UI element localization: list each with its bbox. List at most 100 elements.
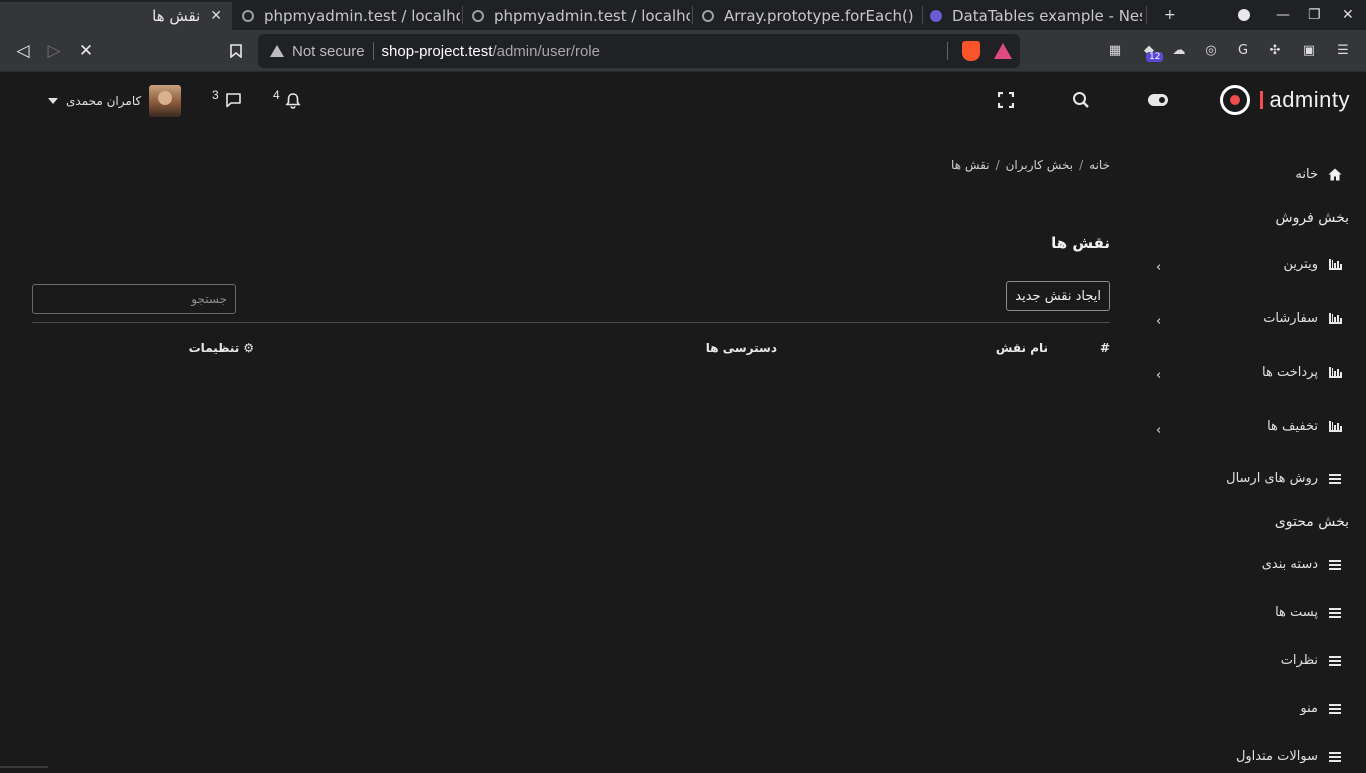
gears-icon: ⚙ [243,341,254,355]
breadcrumb-separator: / [1079,158,1084,172]
sidebar-item-showcase[interactable]: ویترین [1283,257,1342,272]
bars-icon [1328,654,1342,668]
table-header-divider [32,322,1110,323]
sidebar-item-label: پرداخت ها [1262,365,1318,380]
back-icon[interactable]: ◁ [12,40,34,62]
maximize-icon[interactable]: ❐ [1308,4,1321,26]
address-divider [947,42,948,60]
minimize-icon[interactable]: — [1276,4,1290,26]
mdn-icon [702,10,714,22]
glasses-extension-icon[interactable]: ◎ [1202,41,1220,59]
admin-page: adminty 4 3 کامران محمدی خانه بخش فروش و… [0,73,1366,768]
extension-badge: 12 [1146,52,1164,62]
tab-active[interactable]: نقش ها ✕ [0,2,232,30]
tab-separator [462,6,463,24]
sidebar-item-faq[interactable]: سوالات متداول [1236,749,1342,764]
globe-icon [472,10,484,22]
translate-extension-icon[interactable]: G [1234,41,1252,59]
sidebar-item-posts[interactable]: پست ها [1275,605,1342,620]
notifications-bell-icon[interactable] [282,89,304,111]
sidebar-item-label: پست ها [1275,605,1318,620]
create-role-button[interactable]: ایجاد نقش جدید [1006,281,1110,311]
breadcrumb-roles: نقش ها [951,158,990,172]
menu-icon[interactable]: ☰ [1334,41,1352,59]
search-icon[interactable] [1070,89,1092,111]
search-input[interactable] [32,284,236,314]
tab-datatables[interactable]: DataTables example - Neste [930,2,1142,30]
extensions-puzzle-icon[interactable]: ✣ [1266,41,1284,59]
address-bar[interactable]: Not secure shop-project.test /admin/user… [258,34,1020,68]
sidebar-item-home[interactable]: خانه [1295,167,1342,182]
sidebar-item-orders[interactable]: سفارشات [1263,311,1342,326]
tab-separator [692,6,693,24]
logo-accent [1260,91,1264,109]
chevron-right-icon[interactable]: › [1156,260,1161,275]
messages-icon[interactable] [222,89,244,111]
user-name: کامران محمدی [66,94,142,108]
forward-icon[interactable]: ▷ [43,40,65,62]
notifications-count: 4 [273,88,280,102]
tab-separator [922,6,923,24]
tab-title: DataTables example - Neste [952,7,1142,25]
sidebar-item-payments[interactable]: پرداخت ها [1262,365,1342,380]
sidebar-item-menu[interactable]: منو [1300,701,1342,716]
brave-shields-icon[interactable] [962,41,980,61]
user-menu[interactable]: کامران محمدی [48,85,182,117]
sidebar-item-label: روش های ارسال [1226,471,1318,486]
stop-loading-icon[interactable]: ✕ [75,40,97,62]
fullscreen-icon[interactable] [995,89,1017,111]
breadcrumb-separator: / [995,158,1000,172]
sidebar-section-content: بخش محتوی [1274,514,1349,530]
bookmark-icon[interactable] [225,40,247,62]
sidebar-item-comments[interactable]: نظرات [1281,653,1342,668]
sidebar: خانه بخش فروش ویترین › سفارشات › پرداخت … [1126,153,1366,773]
breadcrumb: خانه / بخش کاربران / نقش ها [951,158,1110,172]
sidebar-item-shipping-methods[interactable]: روش های ارسال [1226,471,1342,486]
cloud-extension-icon[interactable]: ☁ [1170,41,1188,59]
globe-icon [242,10,254,22]
sidebar-item-label: ویترین [1283,257,1318,272]
main-content: خانه / بخش کاربران / نقش ها نقش ها ایجاد… [32,129,1110,729]
chart-icon [1328,366,1342,380]
chevron-right-icon[interactable]: › [1156,314,1161,329]
brave-rewards-icon[interactable] [994,43,1012,59]
tab-phpmyadmin-2[interactable]: phpmyadmin.test / localhost [472,2,690,30]
chevron-right-icon[interactable]: › [1156,423,1161,438]
avatar [149,85,182,117]
logo[interactable]: adminty [1220,85,1350,115]
sidebar-item-categories[interactable]: دسته بندی [1262,557,1342,572]
address-divider [372,42,374,60]
browser-toolbar: ◁ ▷ ✕ Not secure shop-project.test /admi… [0,30,1366,72]
column-header-settings: ⚙ تنظیمات [189,341,254,355]
sidebar-item-discounts[interactable]: تخفیف ها [1267,419,1342,434]
tab-title: نقش ها [152,7,201,25]
column-header-index: # [1099,341,1110,355]
url-path: /admin/user/role [492,42,600,60]
bars-icon [1328,750,1342,764]
theme-toggle-icon[interactable] [1147,89,1169,111]
bars-icon [1328,606,1342,620]
tab-title: phpmyadmin.test / localho [264,7,460,25]
close-tab-icon[interactable]: ✕ [210,8,222,24]
page-title: نقش ها [1051,234,1110,252]
sidebar-item-label: دسته بندی [1261,557,1318,572]
tab-phpmyadmin-1[interactable]: phpmyadmin.test / localho [242,2,460,30]
warning-icon [270,45,284,57]
tab-mdn-foreach[interactable]: Array.prototype.forEach() [702,2,920,30]
whatruns-extension-icon[interactable]: ▦ [1106,41,1124,59]
profile-icon[interactable] [1238,4,1250,26]
chevron-right-icon[interactable]: › [1156,368,1161,383]
tab-title: Array.prototype.forEach() [724,7,914,25]
browser-tab-strip: نقش ها ✕ phpmyadmin.test / localho phpmy… [0,0,1366,30]
close-window-icon[interactable]: ✕ [1342,4,1354,26]
top-header: adminty 4 3 کامران محمدی [0,73,1366,129]
new-tab-icon[interactable]: + [1164,4,1176,26]
breadcrumb-users[interactable]: بخش کاربران [1006,158,1073,172]
column-header-permissions: دسترسی ها [705,341,777,355]
logo-text: adminty [1269,87,1350,112]
wallet-icon[interactable]: ▣ [1300,41,1318,59]
breadcrumb-home[interactable]: خانه [1089,158,1110,172]
bars-icon [1328,472,1342,486]
sidebar-item-label: سوالات متداول [1235,749,1318,764]
bars-icon [1328,702,1342,716]
